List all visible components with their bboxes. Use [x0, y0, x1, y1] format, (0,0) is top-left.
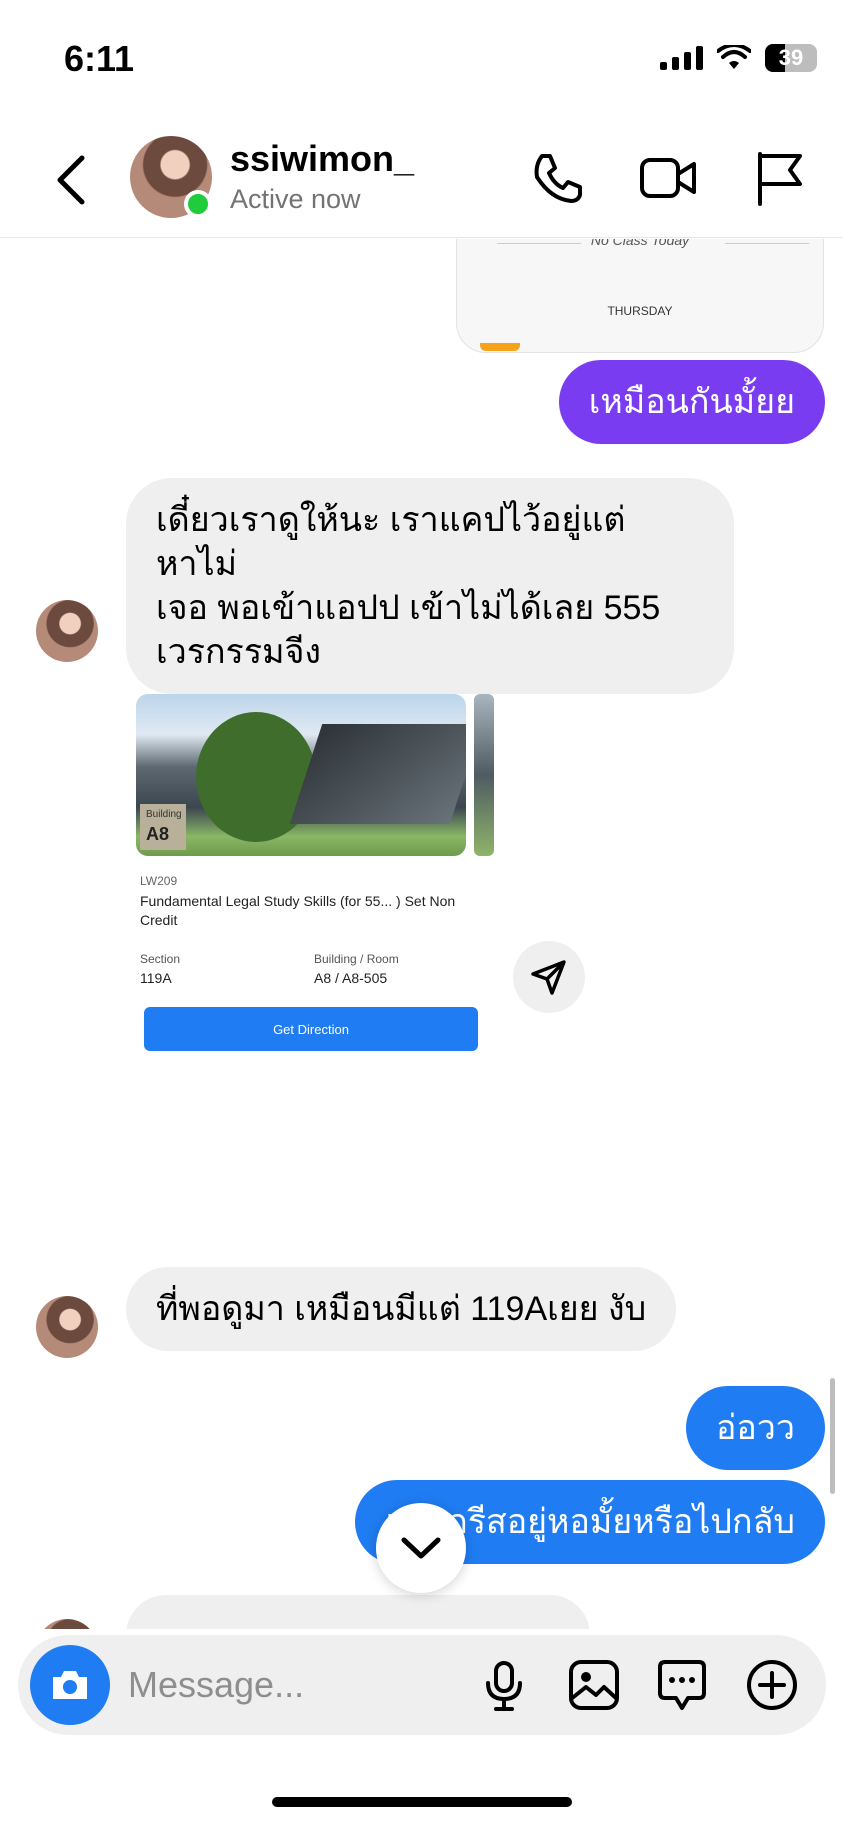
signal-icon — [660, 46, 703, 70]
scrollbar[interactable] — [830, 1378, 835, 1494]
message-line: เวรกรรมจีง — [156, 633, 322, 671]
building-photo: Building A8 — [136, 694, 466, 856]
building-tag: Building — [146, 809, 182, 820]
status-time: 6:11 — [64, 38, 135, 79]
chevron-down-icon — [401, 1537, 441, 1559]
wifi-icon — [717, 45, 751, 69]
message-bubble-sent[interactable]: อ่อวว — [685, 1386, 825, 1470]
chat-bubble-icon[interactable] — [654, 1657, 710, 1713]
section-value: 119A — [140, 970, 172, 986]
home-indicator[interactable] — [272, 1797, 572, 1807]
image-icon[interactable] — [566, 1657, 622, 1713]
battery-indicator: 39 — [765, 44, 817, 72]
camera-icon — [53, 1671, 87, 1699]
room-label: Building / Room — [314, 952, 399, 966]
building-badge: Building A8 — [140, 804, 186, 850]
chat-header: ssiwimon_ Active now — [0, 118, 843, 238]
shared-class-card[interactable]: Building A8 LW209 Fundamental Legal Stud… — [132, 694, 502, 1334]
avatar[interactable] — [36, 1296, 98, 1358]
course-name: Fundamental Legal Study Skills (for 55..… — [140, 893, 456, 928]
flag-icon[interactable] — [750, 148, 810, 208]
video-camera-icon[interactable] — [638, 148, 698, 208]
send-icon — [531, 960, 566, 995]
username[interactable]: ssiwimon_ — [230, 138, 414, 180]
plus-circle-icon[interactable] — [744, 1657, 800, 1713]
status-icons: 39 — [660, 44, 817, 72]
chevron-left-icon[interactable] — [48, 150, 96, 210]
get-direction-button[interactable]: Get Direction — [144, 1007, 478, 1051]
course-code: LW209 — [140, 874, 178, 888]
message-bubble-received[interactable]: เดี๋ยวเราดูให้นะ เราแคปไว้อยู่แต่หาไม่ เ… — [126, 478, 734, 694]
scroll-down-button[interactable] — [376, 1503, 466, 1593]
avatar[interactable] — [36, 1619, 98, 1629]
message-bubble-received-partial[interactable] — [126, 1595, 590, 1629]
day-label: THURSDAY — [607, 304, 673, 318]
divider-right — [725, 243, 809, 244]
avatar[interactable] — [36, 600, 98, 662]
next-photo-preview[interactable] — [474, 694, 494, 856]
message-line: เจอ พอเข้าแอปป เข้าไม่ได้เลย 555 — [156, 589, 661, 627]
card-accent — [480, 343, 520, 351]
previous-shared-card[interactable]: No Class Today THURSDAY — [456, 239, 824, 353]
battery-percent: 39 — [778, 45, 804, 70]
active-status: Active now — [230, 184, 361, 214]
share-button[interactable] — [513, 941, 585, 1013]
section-label: Section — [140, 952, 181, 966]
room-value: A8 / A8-505 — [314, 970, 388, 986]
message-composer — [18, 1635, 826, 1735]
chat-thread[interactable]: No Class Today THURSDAY เหมือนกันมั้ยย เ… — [0, 239, 843, 1629]
phone-icon[interactable] — [528, 148, 588, 208]
message-bubble-sent[interactable]: เหมือนกันมั้ยย — [558, 360, 825, 444]
photo-building — [289, 724, 466, 824]
online-indicator — [184, 190, 212, 218]
message-input[interactable] — [128, 1657, 428, 1713]
microphone-icon[interactable] — [476, 1657, 532, 1713]
building-code: A8 — [146, 824, 170, 844]
message-bubble-received[interactable]: ที่พอดูมา เหมือนมีแต่ 119Aเยย งับ — [126, 1267, 677, 1351]
camera-button[interactable] — [30, 1645, 110, 1725]
message-line: เดี๋ยวเราดูให้นะ เราแคปไว้อยู่แต่หาไม่ — [156, 501, 626, 583]
